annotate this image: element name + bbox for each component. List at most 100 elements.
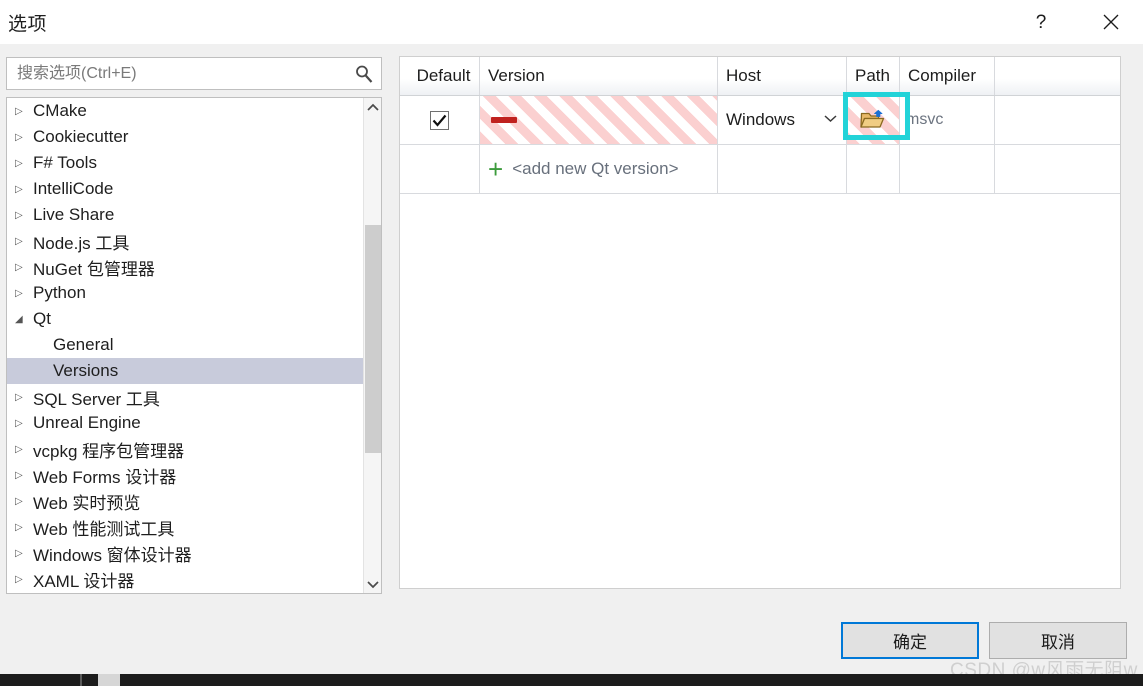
tree-scrollbar[interactable]	[363, 98, 381, 593]
tree-item-qt[interactable]: ◢ Qt	[7, 306, 363, 332]
taskbar-separator	[80, 674, 82, 686]
tree-item-xaml[interactable]: ▷ XAML 设计器	[7, 566, 363, 592]
tree-item-label: Live Share	[33, 205, 115, 224]
host-value: Windows	[726, 110, 795, 129]
tree-item-web[interactable]: ▷ Web 实时预览	[7, 488, 363, 514]
tree-item-windows[interactable]: ▷ Windows 窗体设计器	[7, 540, 363, 566]
tree-item-node.js[interactable]: ▷ Node.js 工具	[7, 228, 363, 254]
column-header-default[interactable]: Default	[400, 57, 480, 95]
expander-expand-icon[interactable]: ▷	[15, 210, 33, 221]
expander-expand-icon[interactable]: ▷	[15, 132, 33, 143]
add-new-version-row[interactable]: + <add new Qt version>	[400, 145, 1120, 194]
cell-add-path	[847, 145, 900, 193]
column-header-version[interactable]: Version	[480, 57, 718, 95]
tree-item-label: Web 性能测试工具	[33, 519, 175, 539]
taskbar-item[interactable]	[98, 674, 120, 686]
column-header-path[interactable]: Path	[847, 57, 900, 95]
tree-item-sql-server[interactable]: ▷ SQL Server 工具	[7, 384, 363, 410]
cell-version[interactable]	[480, 96, 718, 144]
column-header-host[interactable]: Host	[718, 57, 847, 95]
expander-expand-icon[interactable]: ▷	[15, 106, 33, 117]
options-tree[interactable]: ▷ CMake ▷ Cookiecutter ▷ F# Tools ▷ IntelliCode…	[7, 98, 363, 593]
expander-expand-icon[interactable]: ▷	[15, 236, 33, 247]
tree-item-intellicode[interactable]: ▷ IntelliCode	[7, 176, 363, 202]
tree-item-label: XAML 设计器	[33, 571, 135, 591]
search-icon[interactable]	[354, 64, 374, 84]
page-title: 选项	[8, 14, 48, 35]
chevron-down-glyph	[824, 115, 837, 123]
cell-add-extra	[995, 145, 1120, 193]
expander-expand-icon[interactable]: ▷	[15, 418, 33, 429]
table-row[interactable]: Windows msvc	[400, 96, 1120, 145]
cell-path[interactable]	[847, 96, 900, 144]
tree-item-label: Qt	[33, 309, 51, 328]
search-box[interactable]	[6, 57, 382, 90]
scroll-up-arrow-icon[interactable]	[364, 98, 382, 116]
close-icon	[1103, 14, 1119, 30]
cell-add-host	[718, 145, 847, 193]
chevron-down-icon[interactable]	[824, 115, 837, 126]
cell-host[interactable]: Windows	[718, 96, 847, 144]
scrollbar-thumb[interactable]	[365, 225, 381, 453]
tree-item-nuget[interactable]: ▷ NuGet 包管理器	[7, 254, 363, 280]
grid-header-row: Default Version Host Path Compiler	[400, 57, 1120, 96]
tree-item-f#-tools[interactable]: ▷ F# Tools	[7, 150, 363, 176]
cell-add-default	[400, 145, 480, 193]
tree-item-label: Web Forms 设计器	[33, 467, 177, 487]
options-tree-panel: ▷ CMake ▷ Cookiecutter ▷ F# Tools ▷ IntelliCode…	[6, 97, 382, 594]
tree-item-cmake[interactable]: ▷ CMake	[7, 98, 363, 124]
expander-expand-icon[interactable]: ▷	[15, 262, 33, 273]
expander-collapse-icon[interactable]: ◢	[15, 314, 33, 325]
expander-expand-icon[interactable]: ▷	[15, 496, 33, 507]
tree-item-label: NuGet 包管理器	[33, 259, 155, 279]
folder-open-icon[interactable]	[860, 109, 886, 131]
expander-expand-icon[interactable]: ▷	[15, 184, 33, 195]
chevron-up-icon	[367, 103, 379, 111]
tree-item-label: IntelliCode	[33, 179, 114, 198]
tree-item-web[interactable]: ▷ Web 性能测试工具	[7, 514, 363, 540]
tree-item-label: Cookiecutter	[33, 127, 129, 146]
cell-default[interactable]	[400, 96, 480, 144]
tree-item-label: Versions	[53, 361, 119, 380]
tree-item-label: SQL Server 工具	[33, 389, 160, 409]
column-header-compiler[interactable]: Compiler	[900, 57, 995, 95]
tree-item-live-share[interactable]: ▷ Live Share	[7, 202, 363, 228]
search-input[interactable]	[15, 58, 345, 89]
help-button[interactable]: ?	[1018, 0, 1064, 44]
expander-expand-icon[interactable]: ▷	[15, 470, 33, 481]
tree-item-python[interactable]: ▷ Python	[7, 280, 363, 306]
expander-expand-icon[interactable]: ▷	[15, 548, 33, 559]
chevron-down-icon	[367, 580, 379, 588]
cell-compiler[interactable]: msvc	[900, 96, 995, 144]
tree-item-general[interactable]: General	[7, 332, 363, 358]
cell-extra	[995, 96, 1120, 144]
tree-item-cookiecutter[interactable]: ▷ Cookiecutter	[7, 124, 363, 150]
add-new-version-label[interactable]: <add new Qt version>	[512, 159, 678, 179]
expander-expand-icon[interactable]: ▷	[15, 444, 33, 455]
close-button[interactable]	[1088, 0, 1134, 44]
expander-expand-icon[interactable]: ▷	[15, 522, 33, 533]
tree-item-unreal-engine[interactable]: ▷ Unreal Engine	[7, 410, 363, 436]
tree-item-label: Python	[33, 283, 86, 302]
compiler-value: msvc	[906, 111, 944, 128]
cancel-button[interactable]: 取消	[989, 622, 1127, 659]
tree-item-vcpkg[interactable]: ▷ vcpkg 程序包管理器	[7, 436, 363, 462]
qt-versions-grid: Default Version Host Path Compiler Windo…	[399, 56, 1121, 589]
expander-expand-icon[interactable]: ▷	[15, 574, 33, 585]
title-bar: 选项 ?	[0, 0, 1143, 44]
expander-expand-icon[interactable]: ▷	[15, 158, 33, 169]
cell-add-compiler	[900, 145, 995, 193]
column-header-extra	[995, 57, 1120, 95]
expander-expand-icon[interactable]: ▷	[15, 288, 33, 299]
tree-item-label: Unreal Engine	[33, 413, 141, 432]
ok-button[interactable]: 确定	[841, 622, 979, 659]
cell-add-version[interactable]: + <add new Qt version>	[480, 145, 718, 193]
tree-item-label: Windows 窗体设计器	[33, 545, 192, 565]
expander-expand-icon[interactable]: ▷	[15, 392, 33, 403]
default-checkbox[interactable]	[430, 110, 449, 130]
tree-item-versions[interactable]: Versions	[7, 358, 363, 384]
scroll-down-arrow-icon[interactable]	[364, 575, 382, 593]
tree-item-web-forms[interactable]: ▷ Web Forms 设计器	[7, 462, 363, 488]
tree-item-label: F# Tools	[33, 153, 97, 172]
plus-icon[interactable]: +	[488, 156, 503, 182]
